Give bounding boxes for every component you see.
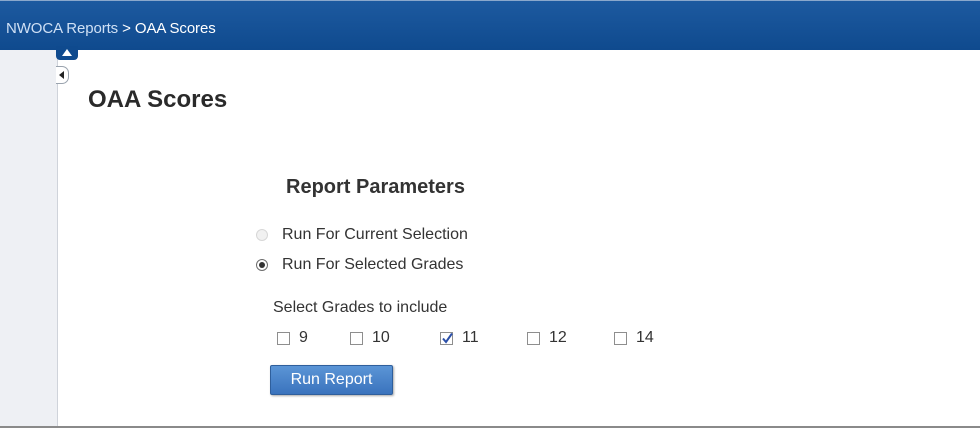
breadcrumb-parent-link[interactable]: NWOCA Reports (6, 20, 118, 37)
grade-label: 14 (636, 329, 654, 346)
grade-checkbox-9[interactable]: 9 (277, 329, 308, 347)
checkbox[interactable] (350, 331, 363, 345)
radio-button-selected[interactable] (256, 259, 268, 271)
chevron-up-icon (62, 49, 72, 56)
chevron-left-icon (59, 71, 64, 79)
grades-label: Select Grades to include (273, 299, 448, 316)
grade-label: 9 (299, 329, 308, 346)
grade-label: 12 (549, 329, 567, 346)
page-title: OAA Scores (88, 86, 228, 113)
radio-label: Run For Current Selection (282, 226, 468, 243)
radio-run-current-selection[interactable]: Run For Current Selection (256, 225, 468, 245)
report-parameters-heading: Report Parameters (286, 176, 465, 198)
checkbox[interactable] (527, 331, 540, 345)
grade-checkbox-10[interactable]: 10 (350, 329, 390, 347)
left-sidebar-rail (0, 50, 58, 428)
checkbox[interactable] (614, 331, 627, 345)
checkbox-checked[interactable] (440, 331, 453, 345)
breadcrumb: NWOCA Reports > OAA Scores (6, 20, 216, 37)
grade-label: 11 (462, 329, 479, 346)
collapse-sidebar-button[interactable] (56, 66, 69, 84)
run-report-button[interactable]: Run Report (270, 365, 393, 395)
collapse-header-button[interactable] (56, 46, 78, 60)
breadcrumb-separator: > (122, 20, 131, 37)
top-header-bar: NWOCA Reports > OAA Scores (0, 0, 980, 50)
grade-checkbox-14[interactable]: 14 (614, 329, 654, 347)
radio-label: Run For Selected Grades (282, 256, 464, 273)
breadcrumb-current: OAA Scores (134, 20, 216, 37)
grade-label: 10 (372, 329, 390, 346)
grade-checkbox-12[interactable]: 12 (527, 329, 567, 347)
grade-checkbox-11[interactable]: 11 (440, 329, 479, 347)
checkbox[interactable] (277, 331, 290, 345)
checkmark-icon (442, 332, 453, 344)
radio-run-selected-grades[interactable]: Run For Selected Grades (256, 255, 463, 275)
radio-button-disabled[interactable] (256, 229, 268, 241)
